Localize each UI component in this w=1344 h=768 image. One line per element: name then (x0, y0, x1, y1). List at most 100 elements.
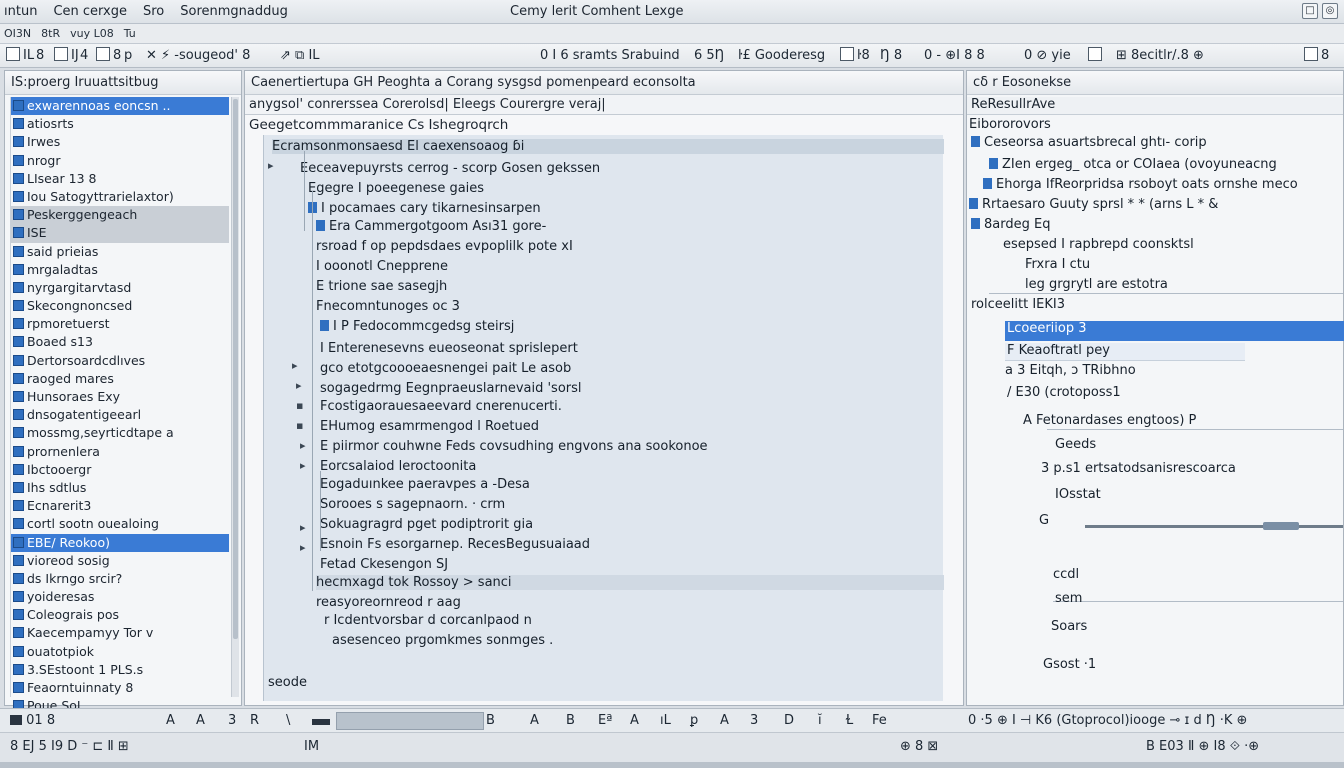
gutter-marker-icon[interactable]: ▸ (300, 439, 306, 452)
bottom-button[interactable]: 3 (750, 713, 758, 728)
code-line[interactable]: rsroad f op pepdsdaes evpoplilk pote xI (316, 239, 573, 254)
ribbon-button[interactable]: 0 I 6 sramts Srabuind (540, 47, 680, 65)
tree-item[interactable]: exwarennoas eoncsn .. (11, 97, 229, 116)
tree-item[interactable]: Ihs sdtlus (11, 479, 229, 497)
settings-button[interactable]: ◎ (1322, 3, 1338, 19)
bottom-button[interactable]: Eª (598, 713, 612, 728)
bottom-button[interactable] (312, 713, 330, 728)
tree-item[interactable]: Boaed s13 (11, 333, 229, 351)
gutter-marker-icon[interactable]: ▸ (300, 521, 306, 534)
tree-item[interactable]: cortl sootn ouealoing (11, 515, 229, 533)
tree-item[interactable]: Dertorsoardcdlıves (11, 352, 229, 370)
code-line[interactable]: reasyoreornreod r aag (316, 595, 461, 610)
code-line[interactable]: E trione sae sasegjh (316, 279, 447, 294)
status-button[interactable]: IM (304, 739, 319, 754)
status-buttons[interactable]: 8 EJ 5 I9 D ⁻ ⊏ Ⅱ ⊞ (10, 739, 129, 754)
ribbon-button[interactable]: ŀ£ Gooderesg (738, 47, 825, 65)
menu-item-4[interactable]: Sorenmgnaddug (180, 4, 288, 19)
code-line[interactable]: gco etotgcoooeaesnengei pait Le asob (320, 361, 571, 376)
tree-item[interactable]: EBE/ Reokoo) (11, 533, 229, 552)
tree-item[interactable]: raoged mares (11, 370, 229, 388)
tree-item[interactable]: dnsogatentigeearl (11, 406, 229, 424)
code-line[interactable]: Sokuagragrd pget podiptrorit gia (320, 517, 533, 532)
bottom-button[interactable]: A (720, 713, 729, 728)
code-line[interactable]: I ooonotl Cnepprene (316, 259, 448, 274)
code-line[interactable]: Fcostigaorauesaeevard cnerenucerti. (320, 399, 562, 414)
tree-item[interactable]: Ibctooergr (11, 461, 229, 479)
tree-item[interactable]: Coleograis pos (11, 606, 229, 624)
search-dropdown[interactable]: ✕ ⚡ -sougeod' 8 (146, 47, 250, 65)
bottom-input-field[interactable] (336, 712, 484, 730)
gutter-marker-icon[interactable]: ▸ (296, 379, 302, 392)
tree-item[interactable]: yoideresas (11, 588, 229, 606)
tree-item[interactable]: mrgaladtas (11, 261, 229, 279)
status-buttons[interactable]: ⊕ 8 ⊠ (900, 739, 938, 754)
ribbon-button[interactable]: IJ (54, 47, 79, 65)
code-line[interactable]: Era Cammergotgoom Ası31 gore- (316, 219, 546, 234)
code-line[interactable]: r Icdentvorsbar d corcanlpaod n (324, 613, 532, 628)
code-line[interactable]: I Enterenesevns eueoseonat sprislepert (320, 341, 578, 356)
ribbon-button[interactable]: 8 (96, 47, 121, 65)
ribbon-button[interactable]: 6 5Ŋ (694, 47, 724, 65)
gutter-marker-icon[interactable]: ▸ (292, 359, 298, 372)
bottom-button[interactable]: R (250, 713, 259, 728)
bottom-button[interactable]: 01 8 (10, 713, 55, 728)
ribbon-button[interactable]: 4 (80, 47, 88, 65)
bottom-button[interactable]: A (196, 713, 205, 728)
ribbon-button[interactable]: ŀ8 (840, 47, 870, 65)
code-line[interactable]: sogagedrmg Eegnpraeuslarnevaid 'sorsl (320, 381, 582, 396)
tree-item[interactable]: prornenlera (11, 443, 229, 461)
bottom-button[interactable]: \ (286, 713, 290, 728)
code-line[interactable]: EHumog esamrmengod l Roetued (320, 419, 539, 434)
menu-item-2[interactable]: Cen cerxge (53, 4, 127, 19)
code-line[interactable]: Eogaduınkee paeravpes a -Desa (320, 477, 530, 492)
code-line[interactable]: E piirmor couhwne Feds covsudhing engvon… (320, 439, 708, 454)
tree-item[interactable]: 3.SEstoont 1 PLS.s (11, 661, 229, 679)
ribbon-button[interactable]: Ŋ 8 (880, 47, 902, 65)
code-line[interactable]: I pocamaes cary tikarnesinsarpen (308, 201, 541, 216)
ribbon-link-icon[interactable]: ⇗ ⧉ IL (280, 47, 320, 65)
toolbar-item[interactable]: vuy L08 (70, 27, 114, 40)
tree-item[interactable]: Peskerggengeach (11, 206, 229, 225)
bottom-button[interactable]: D (784, 713, 794, 728)
status-buttons[interactable]: B E03 Ⅱ ⊕ I8 ⟐ ·⊕ (1146, 739, 1259, 754)
gutter-marker-icon[interactable]: ▪ (296, 419, 303, 432)
tree-item[interactable]: Ecnarerit3 (11, 497, 229, 515)
ribbon-button[interactable]: p (124, 47, 132, 65)
tree-item[interactable]: Kaecempamyy Tor v (11, 624, 229, 642)
ribbon-button[interactable]: 0 ⊘ yie (1024, 47, 1071, 65)
tree-item[interactable]: nrogr (11, 152, 229, 170)
tree-item[interactable]: ISE (11, 224, 229, 243)
code-line[interactable]: Fetad Ckesengon SJ (320, 557, 448, 572)
code-line[interactable]: Eorcsalaiod leroctoonita (320, 459, 476, 474)
ribbon-button[interactable]: 8 (1304, 47, 1329, 65)
tree-item[interactable]: LIsear 13 8 (11, 170, 229, 188)
fold-icon[interactable] (316, 220, 325, 231)
ribbon-button[interactable]: IL (6, 47, 34, 65)
tree-item[interactable]: nyrgargitarvtasd (11, 279, 229, 297)
code-line[interactable]: Eeceavepuyrsts cerrog - scorp Gosen geks… (300, 161, 600, 176)
tree-item[interactable]: ouatotpiok (11, 643, 229, 661)
tree-item[interactable]: mossmg,seyrticdtape a (11, 424, 229, 442)
menu-item-1[interactable]: ıntun (4, 4, 37, 19)
ribbon-button[interactable]: 0 - ⊕I 8 8 (924, 47, 985, 65)
fold-icon[interactable] (320, 320, 329, 331)
explorer-scrollbar[interactable] (231, 97, 239, 697)
bottom-button[interactable]: Fe (872, 713, 887, 728)
tree-item[interactable]: rpmoretuerst (11, 315, 229, 333)
toolbar-item[interactable]: OI3N (4, 27, 31, 40)
code-line[interactable]: seode (268, 675, 307, 690)
code-line[interactable]: hecmxagd tok Rossoy > sanci (316, 575, 944, 590)
ribbon-button[interactable] (1088, 47, 1105, 65)
gutter-marker-icon[interactable]: ▪ (296, 399, 303, 412)
toolbar-item[interactable]: Tu (124, 27, 136, 40)
property-line[interactable]: a 3 Eitqh, ɔ TRibhno (1005, 363, 1136, 378)
bottom-button[interactable]: Ɫ (846, 713, 853, 728)
tree-item[interactable]: Feaorntuinnaty 8 (11, 679, 229, 697)
bottom-button[interactable]: B (566, 713, 575, 728)
toolbar-item[interactable]: 8tR (41, 27, 60, 40)
code-line[interactable]: Esnoin Fs esorgarnep. RecesBegusuaiaad (320, 537, 590, 552)
property-line[interactable]: Lcoeeriiop 3 (1007, 321, 1087, 336)
gutter-marker-icon[interactable]: ▸ (300, 459, 306, 472)
code-line[interactable]: Egegre I poeegenese gaies (308, 181, 484, 196)
